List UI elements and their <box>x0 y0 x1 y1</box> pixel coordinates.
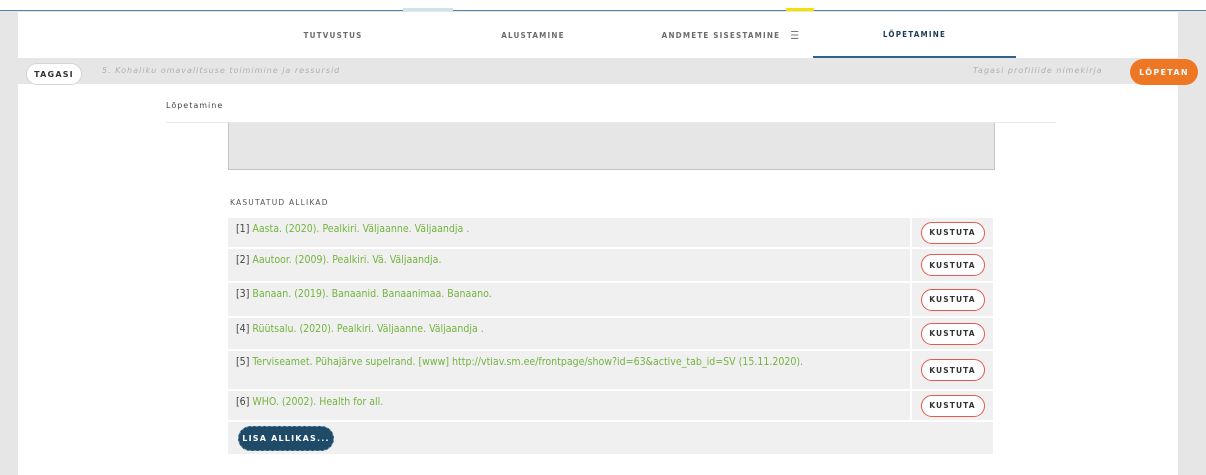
source-text[interactable]: [5] Terviseamet. Pühajärve supelrand. [w… <box>228 351 912 389</box>
tab-label: TUTVUSTUS <box>303 30 363 40</box>
section-title: 5. Kohaliku omavalitsuse toimimine ja re… <box>102 66 341 75</box>
tab-label: LÕPETAMINE <box>882 29 947 39</box>
source-citation: Terviseamet. Pühajärve supelrand. [www] … <box>252 356 804 368</box>
sources-list: [1] Aasta. (2020). Pealkiri. Väljaanne. … <box>228 218 993 454</box>
source-number: [2] <box>236 254 250 266</box>
sources-section-label: KASUTATUD ALLIKAD <box>230 198 329 207</box>
page-title: Lõpetamine <box>166 101 224 110</box>
add-source-row: LISA ALLIKAS... <box>228 422 993 454</box>
list-item: [4] Rüütsalu. (2020). Pealkiri. Väljaann… <box>228 318 993 351</box>
back-to-profiles-link[interactable]: Tagasi profiilide nimekirja <box>973 66 1103 75</box>
delete-source-button[interactable]: KUSTUTA <box>920 221 985 244</box>
list-item: [6] WHO. (2002). Health for all. KUSTUTA <box>228 391 993 422</box>
source-text[interactable]: [1] Aasta. (2020). Pealkiri. Väljaanne. … <box>228 218 912 247</box>
source-citation: Banaan. (2019). Banaanid. Banaanimaa. Ba… <box>252 288 492 300</box>
add-source-button[interactable]: LISA ALLIKAS... <box>238 426 334 451</box>
delete-source-button[interactable]: KUSTUTA <box>920 288 985 311</box>
source-action-cell: KUSTUTA <box>912 249 993 281</box>
source-action-cell: KUSTUTA <box>912 351 993 389</box>
source-number: [5] <box>236 356 250 368</box>
source-number: [4] <box>236 323 250 335</box>
finish-button[interactable]: LÕPETAN <box>1130 59 1198 85</box>
source-citation: Aasta. (2020). Pealkiri. Väljaanne. Välj… <box>252 223 470 235</box>
back-button[interactable]: TAGASI <box>26 63 82 85</box>
tab-label: ANDMETE SISESTAMINE <box>661 30 781 40</box>
source-text[interactable]: [3] Banaan. (2019). Banaanid. Banaanimaa… <box>228 283 912 316</box>
page-panel: TUTVUSTUS ALUSTAMINE ANDMETE SISESTAMINE… <box>18 12 1178 475</box>
delete-source-button[interactable]: KUSTUTA <box>920 394 985 417</box>
list-item: [5] Terviseamet. Pühajärve supelrand. [w… <box>228 351 993 391</box>
source-action-cell: KUSTUTA <box>912 283 993 316</box>
notes-textarea[interactable] <box>228 123 995 170</box>
delete-source-button[interactable]: KUSTUTA <box>920 254 985 276</box>
accent-mark-blue <box>403 8 453 11</box>
list-item: [3] Banaan. (2019). Banaanid. Banaanimaa… <box>228 283 993 318</box>
menu-icon[interactable]: ☰ <box>790 29 800 42</box>
source-number: [3] <box>236 288 250 300</box>
source-text[interactable]: [2] Aautoor. (2009). Pealkiri. Vä. Välja… <box>228 249 912 281</box>
source-citation: Rüütsalu. (2020). Pealkiri. Väljaanne. V… <box>252 323 484 335</box>
source-action-cell: KUSTUTA <box>912 218 993 247</box>
tab-lopetamine[interactable]: LÕPETAMINE <box>813 12 1016 58</box>
source-citation: WHO. (2002). Health for all. <box>252 396 384 408</box>
delete-source-button[interactable]: KUSTUTA <box>920 322 985 345</box>
source-number: [6] <box>236 396 250 408</box>
source-citation: Aautoor. (2009). Pealkiri. Vä. Väljaandj… <box>252 254 442 266</box>
source-action-cell: KUSTUTA <box>912 391 993 420</box>
source-action-cell: KUSTUTA <box>912 318 993 349</box>
tab-label: ALUSTAMINE <box>501 30 565 40</box>
accent-mark-yellow <box>786 8 814 11</box>
delete-source-button[interactable]: KUSTUTA <box>920 359 985 381</box>
top-accent-strip <box>0 0 1206 11</box>
step-tabs: TUTVUSTUS ALUSTAMINE ANDMETE SISESTAMINE… <box>18 12 1178 58</box>
source-text[interactable]: [4] Rüütsalu. (2020). Pealkiri. Väljaann… <box>228 318 912 349</box>
source-text[interactable]: [6] WHO. (2002). Health for all. <box>228 391 912 420</box>
list-item: [1] Aasta. (2020). Pealkiri. Väljaanne. … <box>228 218 993 249</box>
source-number: [1] <box>236 223 250 235</box>
list-item: [2] Aautoor. (2009). Pealkiri. Vä. Välja… <box>228 249 993 283</box>
